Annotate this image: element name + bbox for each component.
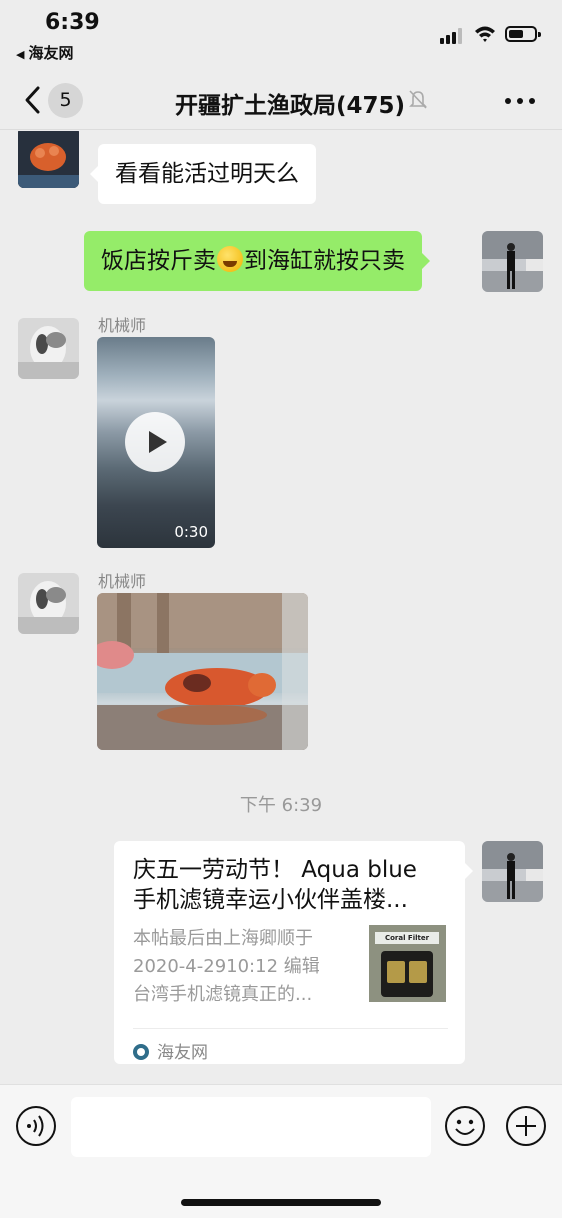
link-card-desc-line: 2020-4-2910:12 编辑	[133, 956, 320, 977]
video-message[interactable]: 0:30	[97, 337, 215, 548]
link-card-message[interactable]: 庆五一劳动节！ Aqua blue 手机滤镜幸运小伙伴盖楼... 本帖最后由上海…	[114, 841, 473, 1064]
chat-header: 5 开疆扩土渔政局(475)	[0, 70, 562, 130]
self-avatar-image	[482, 231, 543, 292]
link-card-desc-line: 台湾手机滤镜真正的...	[133, 984, 313, 1005]
cellular-signal-icon	[440, 28, 464, 44]
link-card-source: 海友网	[133, 1038, 208, 1063]
message-text: 到海缸就按只卖	[244, 248, 405, 274]
emoji-picker-icon[interactable]	[444, 1105, 486, 1147]
link-card-description: 本帖最后由上海卿顺于 2020-4-2910:12 编辑 台湾手机滤镜真正的..…	[133, 925, 363, 1009]
status-time: 6:39	[45, 10, 100, 35]
chat-messages[interactable]: 看看能活过明天么 饭店按斤卖 到海缸就按只卖 机械师 0:30 机械师 下午 6…	[0, 131, 562, 1084]
voice-input-icon[interactable]	[15, 1105, 57, 1147]
thumbnail-label: Coral Filter	[375, 932, 439, 944]
message-bubble-outgoing[interactable]: 饭店按斤卖 到海缸就按只卖	[84, 231, 430, 291]
message-text: 饭店按斤卖	[101, 248, 216, 274]
link-card-title-line: 庆五一劳动节！ Aqua blue	[133, 857, 417, 883]
link-card-title-line: 手机滤镜幸运小伙伴盖楼...	[133, 887, 408, 913]
source-logo-icon	[133, 1044, 149, 1060]
self-avatar-image	[482, 841, 543, 902]
fish-tank-photo	[97, 593, 308, 750]
back-triangle-icon: ◀	[16, 48, 25, 61]
message-input[interactable]	[71, 1097, 431, 1157]
avatar[interactable]	[18, 318, 79, 379]
sender-name: 机械师	[98, 316, 147, 335]
input-bar	[0, 1084, 562, 1218]
my-avatar[interactable]	[482, 841, 543, 902]
sender-avatar-image	[18, 573, 79, 634]
crab-avatar-image	[18, 131, 79, 188]
divider	[133, 1028, 448, 1029]
unread-count-badge[interactable]: 5	[48, 83, 83, 118]
laughing-crying-emoji-icon	[217, 246, 243, 272]
link-card-thumbnail: Coral Filter	[369, 925, 446, 1002]
sender-name: 机械师	[98, 572, 147, 591]
link-card-title: 庆五一劳动节！ Aqua blue 手机滤镜幸运小伙伴盖楼...	[133, 855, 451, 915]
back-to-app-link[interactable]: ◀ 海友网	[16, 42, 73, 63]
my-avatar[interactable]	[482, 231, 543, 292]
video-duration: 0:30	[174, 523, 208, 541]
image-message[interactable]	[97, 593, 308, 750]
message-bubble[interactable]: 看看能活过明天么	[90, 144, 316, 204]
battery-icon	[505, 26, 541, 42]
link-card-source-label: 海友网	[157, 1043, 208, 1063]
avatar[interactable]	[18, 573, 79, 634]
message-timestamp: 下午 6:39	[239, 795, 323, 816]
back-app-label: 海友网	[28, 44, 74, 62]
more-functions-plus-icon[interactable]	[505, 1105, 547, 1147]
wifi-icon	[475, 26, 495, 42]
status-bar: 6:39 ◀ 海友网	[0, 0, 562, 70]
more-options-icon[interactable]	[503, 96, 537, 106]
chat-title[interactable]: 开疆扩土渔政局(475)	[140, 86, 440, 120]
message-text: 看看能活过明天么	[115, 161, 299, 187]
play-icon[interactable]	[125, 412, 185, 472]
mute-bell-icon	[409, 90, 427, 109]
home-indicator[interactable]	[181, 1199, 381, 1206]
link-card-desc-line: 本帖最后由上海卿顺于	[133, 928, 313, 949]
sender-avatar-image	[18, 318, 79, 379]
avatar[interactable]	[18, 131, 79, 188]
back-chevron-icon[interactable]	[20, 82, 48, 118]
